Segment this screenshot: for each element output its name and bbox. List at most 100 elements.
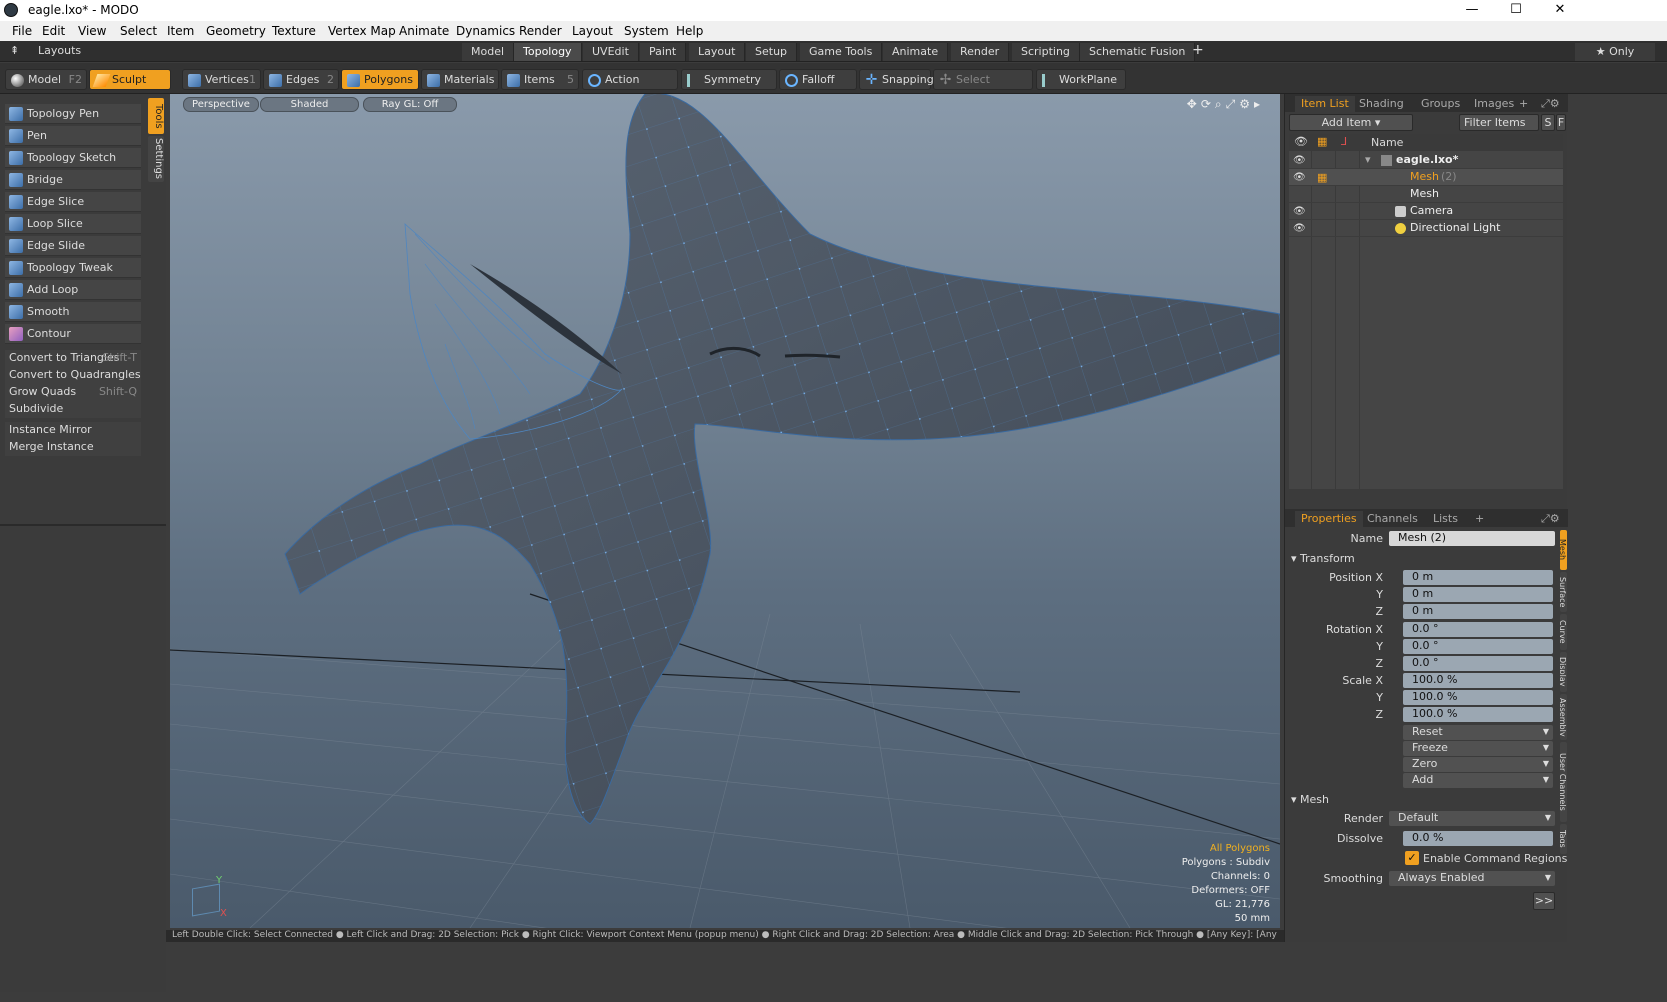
loop-slice-tool[interactable]: Loop Slice — [5, 214, 141, 234]
edges-button[interactable]: Edges 2 — [263, 69, 339, 90]
layouts-label[interactable]: Layouts — [38, 44, 81, 57]
snapping-button[interactable]: ✛ Snapping — [859, 69, 934, 90]
render-dropdown[interactable]: Default ▼ — [1389, 811, 1555, 826]
scale-y-field[interactable]: 100.0 % — [1403, 690, 1553, 705]
visibility-eye-icon[interactable]: 👁 — [1293, 221, 1306, 237]
instance-mirror-command[interactable]: Instance Mirror — [5, 422, 141, 439]
more-button[interactable]: >> — [1533, 892, 1555, 910]
pen-tool[interactable]: Pen — [5, 126, 141, 146]
merge-instance-command[interactable]: Merge Instance — [5, 439, 141, 456]
smoothing-dropdown[interactable]: Always Enabled ▼ — [1389, 871, 1555, 886]
tab-shading[interactable]: Shading — [1353, 96, 1410, 112]
expand-icon[interactable]: ⤢⚙ — [1535, 96, 1566, 112]
subdivide-command[interactable]: Subdivide — [5, 401, 141, 418]
tab-tags[interactable]: Tags — [1560, 824, 1567, 854]
visibility-eye-icon[interactable]: 👁 — [1293, 170, 1306, 186]
3d-viewport[interactable]: Perspective Shaded Ray GL: Off ✥⟳⌕⤢⚙▸ Al… — [170, 94, 1280, 928]
workplane-button[interactable]: WorkPlane — [1036, 69, 1126, 90]
contour-tool[interactable]: Contour — [5, 324, 141, 344]
model-mode-button[interactable]: Model F2 — [5, 69, 87, 90]
menu-vertex-map[interactable]: Vertex Map — [328, 24, 396, 38]
symmetry-button[interactable]: Symmetry — [681, 69, 777, 90]
action-center-button[interactable]: Action Center — [582, 69, 678, 106]
tab-properties[interactable]: Properties — [1295, 511, 1363, 527]
grow-quads-command[interactable]: Grow Quads Shift-Q — [5, 384, 141, 401]
close-button[interactable]: ✕ — [1537, 0, 1583, 21]
tab-mesh[interactable]: Mesh — [1560, 530, 1567, 570]
rotation-y-field[interactable]: 0.0 ° — [1403, 639, 1553, 654]
scale-z-field[interactable]: 100.0 % — [1403, 707, 1553, 722]
menu-animate[interactable]: Animate — [399, 24, 449, 38]
lock-icon[interactable]: ▦ — [1317, 170, 1327, 186]
tab-layout[interactable]: Layout — [689, 43, 746, 61]
tab-settings[interactable]: Settings — [148, 136, 164, 182]
f-toggle[interactable]: F — [1556, 114, 1566, 131]
tab-game-tools[interactable]: Game Tools — [800, 43, 883, 61]
tab-model[interactable]: Model — [462, 43, 515, 61]
filter-items-field[interactable]: Filter Items — [1459, 114, 1539, 131]
edge-slide-tool[interactable]: Edge Slide — [5, 236, 141, 256]
item-row-scene[interactable]: 👁 ▾ eagle.lxo* — [1289, 152, 1563, 169]
vertices-button[interactable]: Vertices 1 — [182, 69, 261, 90]
enable-command-regions-checkbox[interactable]: ✓ — [1405, 851, 1419, 865]
rotation-z-field[interactable]: 0.0 ° — [1403, 656, 1553, 671]
tab-animate[interactable]: Animate — [883, 43, 949, 61]
sculpt-mode-button[interactable]: Sculpt — [89, 69, 171, 90]
add-layout-plus-icon[interactable]: + — [1192, 42, 1204, 58]
topology-pen-tool[interactable]: Topology Pen — [5, 104, 141, 124]
tab-setup[interactable]: Setup — [746, 43, 798, 61]
menu-render[interactable]: Render — [519, 24, 562, 38]
tab-curve[interactable]: Curve — [1560, 614, 1567, 650]
freeze-dropdown[interactable]: Freeze ▼ — [1403, 741, 1553, 756]
smooth-tool[interactable]: Smooth — [5, 302, 141, 322]
add-dropdown[interactable]: Add ▼ — [1403, 773, 1553, 788]
mesh-section[interactable]: ▾ Mesh — [1291, 793, 1329, 806]
add-tab-plus-icon[interactable]: + — [1469, 511, 1490, 527]
position-z-field[interactable]: 0 m — [1403, 604, 1553, 619]
layouts-toggle-icon[interactable]: ⇞ — [10, 44, 19, 57]
topology-sketch-tool[interactable]: Topology Sketch — [5, 148, 141, 168]
menu-geometry[interactable]: Geometry — [206, 24, 266, 38]
tab-schematic-fusion[interactable]: Schematic Fusion — [1080, 43, 1196, 61]
name-field[interactable]: Mesh (2) — [1389, 531, 1555, 546]
edge-slice-tool[interactable]: Edge Slice — [5, 192, 141, 212]
visibility-eye-icon[interactable]: 👁 — [1293, 204, 1306, 220]
menu-item[interactable]: Item — [167, 24, 194, 38]
reset-dropdown[interactable]: Reset ▼ — [1403, 725, 1553, 740]
raygl-button[interactable]: Ray GL: Off — [363, 97, 457, 112]
add-loop-tool[interactable]: Add Loop — [5, 280, 141, 300]
position-y-field[interactable]: 0 m — [1403, 587, 1553, 602]
item-row-camera[interactable]: 👁 Camera — [1289, 203, 1563, 220]
minimize-button[interactable]: — — [1449, 0, 1495, 21]
select-through-button[interactable]: ✢Select Through — [933, 69, 1033, 106]
maximize-button[interactable]: ☐ — [1493, 0, 1539, 21]
tab-assembly[interactable]: Assembly — [1560, 694, 1567, 740]
expand-triangle-icon[interactable]: ▾ — [1365, 152, 1371, 168]
tab-surface[interactable]: Surface — [1560, 572, 1567, 612]
zero-dropdown[interactable]: Zero ▼ — [1403, 757, 1553, 772]
bridge-tool[interactable]: Bridge — [5, 170, 141, 190]
item-row-mesh[interactable]: Mesh — [1289, 186, 1563, 203]
visibility-eye-icon[interactable]: 👁 — [1293, 153, 1306, 169]
convert-to-quadrangles-command[interactable]: Convert to Quadrangles — [5, 367, 141, 384]
s-toggle[interactable]: S — [1541, 114, 1555, 131]
tab-groups[interactable]: Groups — [1415, 96, 1466, 112]
tab-uvedit[interactable]: UVEdit — [583, 43, 639, 61]
item-row-directional-light[interactable]: 👁 Directional Light — [1289, 220, 1563, 237]
menu-texture[interactable]: Texture — [272, 24, 316, 38]
name-column-header[interactable]: Name — [1371, 136, 1403, 149]
only-button[interactable]: ★ Only — [1575, 43, 1655, 61]
menu-view[interactable]: View — [78, 24, 106, 38]
materials-button[interactable]: Materials — [421, 69, 499, 90]
menu-dynamics[interactable]: Dynamics — [456, 24, 515, 38]
transform-section[interactable]: ▾ Transform — [1291, 552, 1355, 565]
tab-user-channels[interactable]: User Channels — [1560, 742, 1567, 822]
rotation-x-field[interactable]: 0.0 ° — [1403, 622, 1553, 637]
menu-select[interactable]: Select — [120, 24, 157, 38]
menu-file[interactable]: File — [12, 24, 32, 38]
tab-lists[interactable]: Lists — [1427, 511, 1464, 527]
menu-help[interactable]: Help — [676, 24, 703, 38]
perspective-button[interactable]: Perspective — [183, 97, 259, 112]
tab-render[interactable]: Render — [951, 43, 1010, 61]
dissolve-field[interactable]: 0.0 % — [1403, 831, 1553, 846]
